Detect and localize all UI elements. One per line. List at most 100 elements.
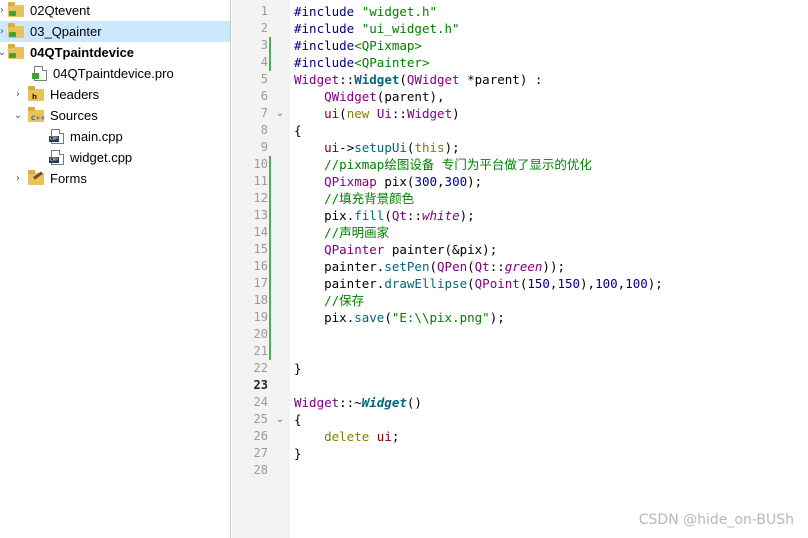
code-token: * (459, 72, 475, 87)
line-number: 8 (260, 123, 268, 137)
code-token: parent (384, 89, 430, 104)
code-line: //pixmap绘图设备 专门为平台做了显示的优化 (294, 156, 592, 173)
code-comment: //填充背景颜色 (324, 191, 415, 206)
chevron-right-icon[interactable]: › (0, 26, 8, 37)
tree-item-02qtevent[interactable]: › 02Qtevent (0, 0, 230, 21)
line-number: 24 (253, 395, 268, 409)
code-line: painter.drawEllipse(QPoint(150,150),100,… (294, 275, 663, 292)
code-token: ); (647, 276, 663, 291)
tree-item-label: widget.cpp (70, 150, 133, 165)
code-token: pix (324, 208, 347, 223)
code-token: ( (339, 106, 347, 121)
tree-item-main-cpp[interactable]: CPP main.cpp (0, 126, 230, 147)
code-token: painter (324, 276, 377, 291)
code-token: QWidget (406, 72, 460, 87)
tree-item-label: 02Qtevent (30, 3, 90, 18)
line-number: 17 (253, 276, 268, 290)
chevron-down-icon[interactable]: ⌄ (12, 110, 24, 121)
tree-item-forms[interactable]: › Forms (0, 168, 230, 189)
code-token: :: (391, 106, 407, 121)
code-token: Qt (391, 208, 407, 223)
chevron-right-icon[interactable]: › (0, 5, 8, 16)
line-number: 21 (253, 344, 268, 358)
code-token: QPoint (474, 276, 520, 291)
line-number: 26 (253, 429, 268, 443)
line-number: 11 (253, 174, 268, 188)
line-number: 7 (260, 106, 268, 120)
tree-item-sources[interactable]: ⌄ C++ Sources (0, 105, 230, 126)
code-token: 100 (595, 276, 618, 291)
fold-toggle-icon[interactable]: ⌄ (274, 105, 286, 122)
code-token: <QPainter> (354, 55, 430, 70)
code-token: pix (324, 310, 347, 325)
tree-item-pro-file[interactable]: 04QTpaintdevice.pro (0, 63, 230, 84)
code-token: )); (542, 259, 565, 274)
code-line: delete ui; (294, 428, 399, 445)
tree-item-04qtpaintdevice[interactable]: ⌄ 04QTpaintdevice (0, 42, 230, 63)
fold-toggle-icon[interactable]: ⌄ (274, 411, 286, 428)
chevron-right-icon[interactable]: › (12, 173, 24, 184)
code-token: ui (324, 140, 340, 155)
watermark: CSDN @hide_on-BUSh (638, 512, 794, 528)
tree-item-headers[interactable]: › h Headers (0, 84, 230, 105)
code-token: "E:\\pix.png" (391, 310, 490, 325)
chevron-right-icon[interactable]: › (12, 89, 24, 100)
code-token: Widget (406, 106, 453, 121)
code-line: Widget::Widget(QWidget *parent) : (294, 71, 542, 88)
tree-item-03-qpainter[interactable]: › 03_Qpainter (0, 21, 230, 42)
line-number: 1 (260, 4, 268, 18)
code-token: <QPixmap> (354, 38, 422, 53)
qt-project-folder-icon (8, 1, 24, 17)
code-token: setupUi (354, 140, 407, 155)
change-marker (269, 37, 271, 54)
code-token: save (354, 310, 385, 325)
line-number: 25 (253, 412, 268, 426)
editor-gutter[interactable]: 1 2 3 4 5 6 7 8 9 10 11 12 13 14 15 16 1… (232, 0, 290, 538)
line-number: 5 (260, 72, 268, 86)
code-line: } (294, 360, 302, 377)
code-token: green (504, 259, 543, 274)
code-line: Widget::~Widget() (294, 394, 422, 411)
code-token: { (294, 412, 302, 427)
line-number: 9 (260, 140, 268, 154)
code-token: 100 (625, 276, 648, 291)
line-number: 15 (253, 242, 268, 256)
code-token: ::~ (339, 395, 362, 410)
code-token: "ui_widget.h" (361, 21, 460, 36)
code-token: #include (294, 4, 355, 19)
project-tree[interactable]: › 02Qtevent › 03_Qpainter ⌄ 04QTpaintdev… (0, 0, 231, 538)
code-token: new (346, 106, 370, 121)
headers-folder-icon: h (28, 85, 44, 101)
code-line: //填充背景颜色 (294, 190, 414, 207)
code-token: QWidget (324, 89, 377, 104)
cpp-file-icon: CPP (49, 150, 64, 165)
code-token: :: (339, 72, 355, 87)
code-token: 150 (527, 276, 550, 291)
chevron-down-icon[interactable]: ⌄ (0, 47, 8, 58)
code-token: ); (444, 140, 460, 155)
code-token: setPen (384, 259, 430, 274)
code-token: Widget (294, 395, 340, 410)
line-number: 19 (253, 310, 268, 324)
line-number: 27 (253, 446, 268, 460)
tree-item-label: 04QTpaintdevice (30, 45, 135, 60)
code-token: ), (580, 276, 596, 291)
code-line: { (294, 411, 302, 428)
code-token: fill (354, 208, 385, 223)
line-number: 3 (260, 38, 268, 52)
code-line: pix.fill(Qt::white); (294, 207, 475, 224)
tree-item-widget-cpp[interactable]: CPP widget.cpp (0, 147, 230, 168)
code-editor[interactable]: #include "widget.h" #include "ui_widget.… (290, 0, 808, 538)
code-token: ( (399, 72, 407, 87)
code-token: ( (467, 276, 475, 291)
code-token: ( (429, 259, 438, 274)
code-token: Widget (294, 72, 340, 87)
code-token: painter (324, 259, 377, 274)
